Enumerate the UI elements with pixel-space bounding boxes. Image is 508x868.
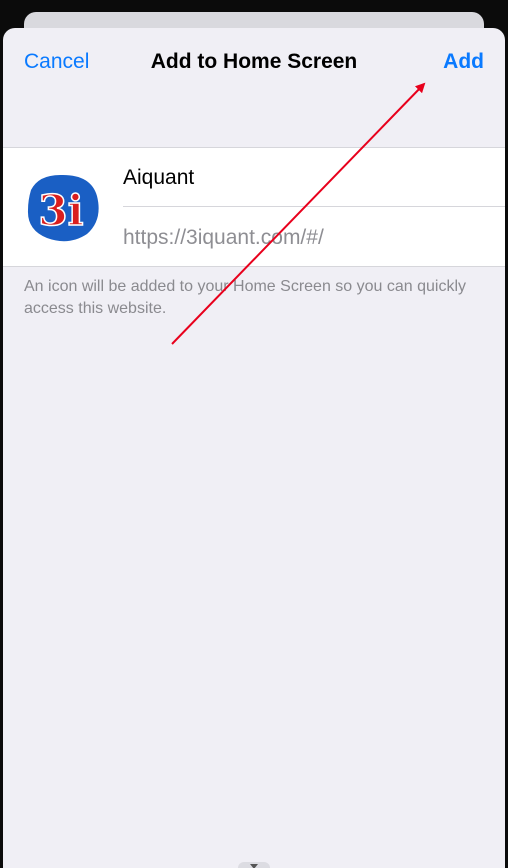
- add-button[interactable]: Add: [443, 50, 484, 74]
- bookmark-card: 3i Aiquant https://3iquant.com/#/: [3, 147, 505, 267]
- footnote-text: An icon will be added to your Home Scree…: [24, 278, 467, 317]
- name-field[interactable]: Aiquant: [123, 166, 194, 190]
- sheet-title: Add to Home Screen: [150, 50, 358, 73]
- field-divider: [123, 206, 505, 207]
- navigation-bar: Cancel Add to Home Screen Add: [3, 28, 505, 98]
- sheet-grabber[interactable]: [238, 862, 270, 868]
- url-field: https://3iquant.com/#/: [123, 226, 324, 249]
- app-icon-text: 3i: [38, 186, 83, 235]
- add-to-home-screen-sheet: Cancel Add to Home Screen Add 3i Aiquant…: [3, 28, 505, 868]
- app-icon: 3i: [23, 170, 103, 244]
